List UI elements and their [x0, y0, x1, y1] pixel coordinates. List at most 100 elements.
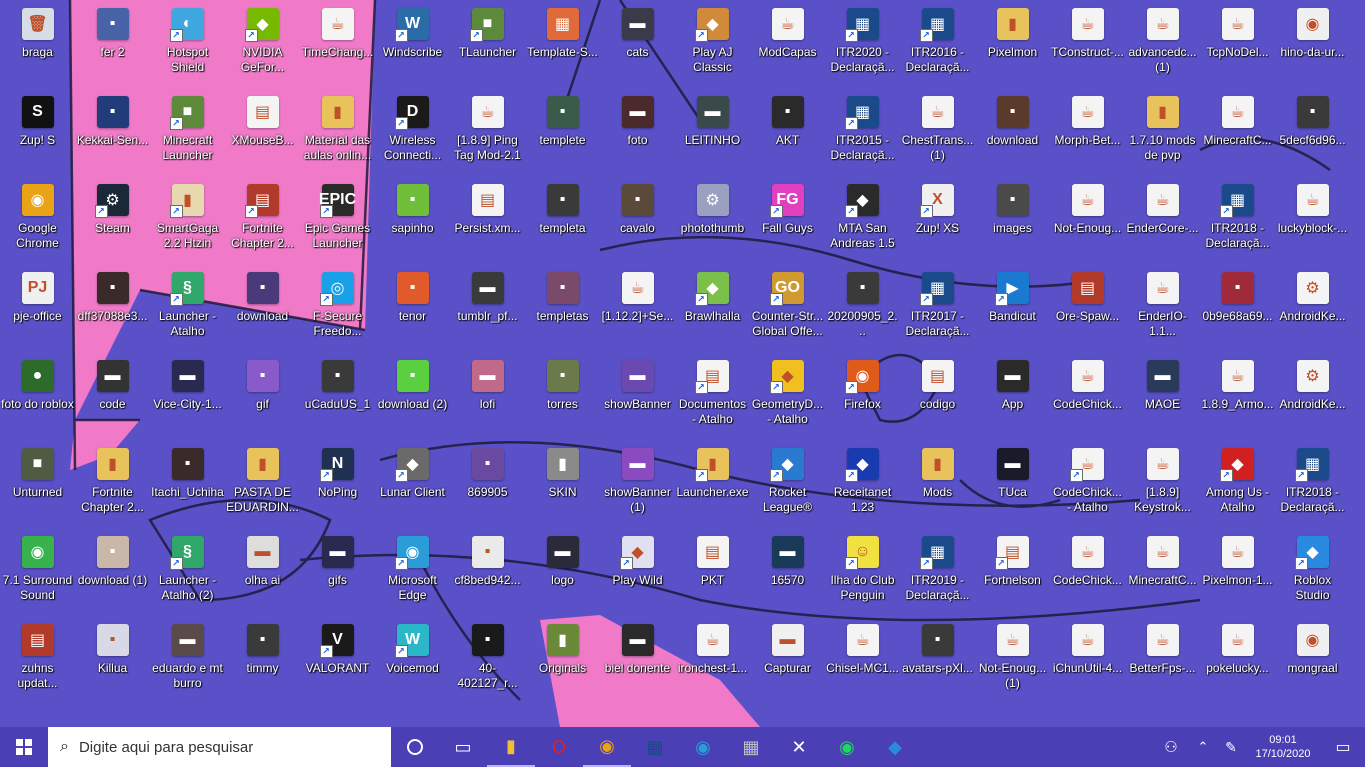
desktop-icon[interactable]: ▬ MAOE — [1125, 356, 1200, 442]
desktop-icon[interactable]: ⚙ ↗ Steam — [75, 180, 150, 266]
desktop-icon[interactable]: ☕ EnderIO-1.1... — [1125, 268, 1200, 354]
desktop-icon[interactable]: ◎ ↗ F-Secure Freedo... — [300, 268, 375, 354]
desktop-icon[interactable]: ◆ ↗ GeometryD... - Atalho — [750, 356, 825, 442]
desktop-icon[interactable]: PJ pje-office — [0, 268, 75, 354]
desktop-icon[interactable]: ☕ TcpNoDel... — [1200, 4, 1275, 90]
taskbar-roblox-button[interactable]: ◆ — [871, 727, 919, 767]
desktop-icon[interactable]: ⚙ AndroidKe... — [1275, 268, 1350, 354]
desktop-icon[interactable]: W ↗ Windscribe — [375, 4, 450, 90]
desktop-icon[interactable]: ◆ ↗ Lunar Client — [375, 444, 450, 530]
desktop-icon[interactable]: ■ ↗ Minecraft Launcher — [150, 92, 225, 178]
desktop-icon[interactable]: ▶ ↗ Bandicut — [975, 268, 1050, 354]
taskbar-chrome-button[interactable]: ◉ — [583, 727, 631, 767]
desktop-icon[interactable]: ◆ ↗ Roblox Studio — [1275, 532, 1350, 618]
desktop-icon[interactable]: X ↗ Zup! XS — [900, 180, 975, 266]
desktop-icon[interactable]: ▪ dff37088e3... — [75, 268, 150, 354]
desktop-icon[interactable]: ▮ Mods — [900, 444, 975, 530]
desktop-icon[interactable]: ▤ Ore-Spaw... — [1050, 268, 1125, 354]
taskbar-xbox-button[interactable]: ✕ — [775, 727, 823, 767]
desktop-icon[interactable]: ▪ templetas — [525, 268, 600, 354]
desktop-icon[interactable]: N ↗ NoPing — [300, 444, 375, 530]
desktop-icon[interactable]: ☕ Chisel-MC1... — [825, 620, 900, 706]
desktop-icon[interactable]: ◉ 7.1 Surround Sound — [0, 532, 75, 618]
desktop-icon[interactable]: 🗑 braga — [0, 4, 75, 90]
desktop-icon[interactable]: ▪ download (2) — [375, 356, 450, 442]
desktop-icon[interactable]: ☕ CodeChick... — [1050, 356, 1125, 442]
desktop-icon[interactable]: ▬ tumblr_pf... — [450, 268, 525, 354]
taskbar-app-button[interactable]: ▦ — [727, 727, 775, 767]
desktop-icon[interactable]: ▤ ↗ Fortnelson — [975, 532, 1050, 618]
desktop-icon[interactable]: V ↗ VALORANT — [300, 620, 375, 706]
desktop-icon[interactable]: ▪ images — [975, 180, 1050, 266]
desktop-icon[interactable]: ▬ logo — [525, 532, 600, 618]
desktop-icon[interactable]: ▬ TUca — [975, 444, 1050, 530]
desktop-icon[interactable]: W ↗ Voicemod — [375, 620, 450, 706]
desktop-icon[interactable]: ☕ ironchest-1... — [675, 620, 750, 706]
desktop-icon[interactable]: ▪ Killua — [75, 620, 150, 706]
desktop-icon[interactable]: ▪ torres — [525, 356, 600, 442]
desktop-icon[interactable]: ▬ Capturar — [750, 620, 825, 706]
cortana-button[interactable] — [391, 727, 439, 767]
desktop-icon[interactable]: ☕ [1.8.9] Ping Tag Mod-2.1 — [450, 92, 525, 178]
desktop-icon[interactable]: ▪ cavalo — [600, 180, 675, 266]
desktop-icon[interactable]: ▬ cats — [600, 4, 675, 90]
desktop-icon[interactable]: ☕ ModCapas — [750, 4, 825, 90]
desktop-icon[interactable]: ☕ Not-Enoug... (1) — [975, 620, 1050, 706]
taskbar-file-explorer-button[interactable]: ▮ — [487, 727, 535, 767]
desktop-icon[interactable]: ▬ olha ai — [225, 532, 300, 618]
desktop-icon[interactable]: ▤ PKT — [675, 532, 750, 618]
taskbar-clock[interactable]: 09:01 17/10/2020 — [1245, 733, 1321, 761]
desktop-icon[interactable]: ◐ ↗ Hotspot Shield — [150, 4, 225, 90]
desktop-icon[interactable]: ▪ download — [975, 92, 1050, 178]
desktop-icon[interactable]: ▮ Material das aulas onlin... — [300, 92, 375, 178]
desktop-icon[interactable]: ☕ BetterFps-... — [1125, 620, 1200, 706]
desktop-icon[interactable]: ■ ↗ TLauncher — [450, 4, 525, 90]
people-icon[interactable]: ⚇ — [1153, 727, 1189, 767]
taskbar-opera-button[interactable]: O — [535, 727, 583, 767]
desktop-icon[interactable]: ▪ templete — [525, 92, 600, 178]
desktop-icon[interactable]: ☕ Pixelmon-1... — [1200, 532, 1275, 618]
desktop-icon[interactable]: ◆ ↗ Play AJ Classic — [675, 4, 750, 90]
desktop-icon[interactable]: § ↗ Launcher - Atalho (2) — [150, 532, 225, 618]
notification-center-button[interactable]: ▭ — [1321, 727, 1365, 767]
desktop-icon[interactable]: ■ Unturned — [0, 444, 75, 530]
desktop-icon[interactable]: ▬ code — [75, 356, 150, 442]
desktop-icon[interactable]: ▬ foto — [600, 92, 675, 178]
desktop-icon[interactable]: ▮ Originals — [525, 620, 600, 706]
desktop-icon[interactable]: ▬ eduardo e mt burro — [150, 620, 225, 706]
desktop-icon[interactable]: ▮ PASTA DE EDUARDIN... — [225, 444, 300, 530]
desktop-icon[interactable]: EPIC ↗ Epic Games Launcher — [300, 180, 375, 266]
desktop-icon[interactable]: ▦ ↗ ITR2016 - Declaraçã... — [900, 4, 975, 90]
desktop-icon[interactable]: ▪ Itachi_Uchiha — [150, 444, 225, 530]
taskbar-receita-button[interactable]: ▦ — [631, 727, 679, 767]
desktop-icon[interactable]: ◉ ↗ Microsoft Edge — [375, 532, 450, 618]
desktop-icon[interactable]: ▪ 869905 — [450, 444, 525, 530]
desktop-icon[interactable]: D ↗ Wireless Connecti... — [375, 92, 450, 178]
taskbar-task-view-button[interactable]: ▭ — [439, 727, 487, 767]
desktop-icon[interactable]: ▪ gif — [225, 356, 300, 442]
desktop-icon[interactable]: ▪ templeta — [525, 180, 600, 266]
desktop-icon[interactable]: ☕ luckyblock-... — [1275, 180, 1350, 266]
desktop-icon[interactable]: FG ↗ Fall Guys — [750, 180, 825, 266]
desktop-icon[interactable]: ▬ gifs — [300, 532, 375, 618]
desktop-icon[interactable]: ☕ TimeChang... — [300, 4, 375, 90]
desktop-icon[interactable]: ▦ ↗ ITR2018 - Declaraçã... — [1275, 444, 1350, 530]
desktop-icon[interactable]: ▬ showBanner — [600, 356, 675, 442]
desktop-icon[interactable]: ▪ 5decf6d96... — [1275, 92, 1350, 178]
desktop-icon[interactable]: ▤ codigo — [900, 356, 975, 442]
desktop-icon[interactable]: ▦ ↗ ITR2019 - Declaraçã... — [900, 532, 975, 618]
desktop-icon[interactable]: ☺ ↗ Ilha do Club Penguin — [825, 532, 900, 618]
desktop-icon[interactable]: ▪ 0b9e68a69... — [1200, 268, 1275, 354]
desktop-icon[interactable]: ▪ uCaduUS_1 — [300, 356, 375, 442]
chevron-up-icon[interactable]: ⌃ — [1189, 727, 1217, 767]
desktop-icon[interactable]: ▬ App — [975, 356, 1050, 442]
desktop-icon[interactable]: ◉ ↗ Firefox — [825, 356, 900, 442]
desktop-icon[interactable]: ▪ sapinho — [375, 180, 450, 266]
desktop-icon[interactable]: ▪ AKT — [750, 92, 825, 178]
desktop-icon[interactable]: ▮ 1.7.10 mods de pvp — [1125, 92, 1200, 178]
desktop-icon[interactable]: ◆ ↗ Rocket League® — [750, 444, 825, 530]
desktop-icon[interactable]: ▤ ↗ Fortnite Chapter 2... — [225, 180, 300, 266]
desktop-icon[interactable]: ⚙ AndroidKe... — [1275, 356, 1350, 442]
desktop-icon[interactable]: ⚙ photothumb — [675, 180, 750, 266]
desktop-icon[interactable]: ☕ ↗ CodeChick... - Atalho — [1050, 444, 1125, 530]
